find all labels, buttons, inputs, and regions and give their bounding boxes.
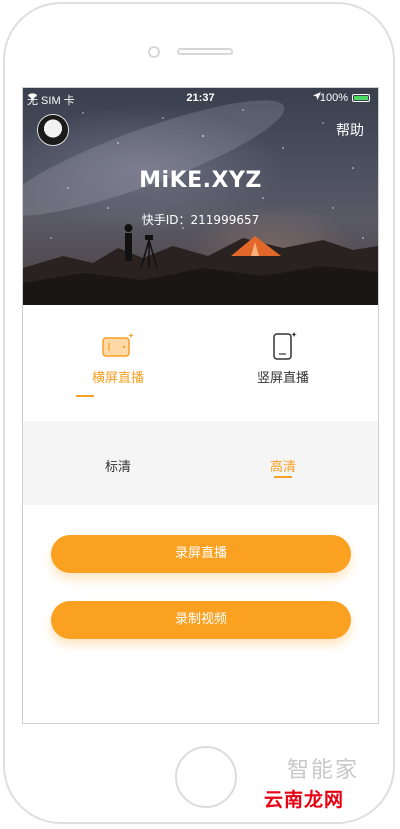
user-nickname: MiKE.XYZ bbox=[139, 168, 262, 193]
hd-selected-indicator bbox=[274, 476, 292, 478]
standard-definition-tab[interactable]: 标清 bbox=[68, 456, 168, 475]
high-definition-tab[interactable]: 高清 bbox=[233, 456, 333, 475]
record-video-button[interactable]: 录制视频 bbox=[51, 601, 351, 639]
help-button[interactable]: 帮助 bbox=[336, 120, 364, 140]
app-screen: 无 SIM 卡 21:37 100% 帮助 MiKE.XYZ 快手ID：2119… bbox=[22, 87, 379, 724]
user-avatar[interactable] bbox=[37, 114, 69, 146]
home-button[interactable] bbox=[175, 746, 237, 808]
battery-icon bbox=[352, 94, 370, 102]
portrait-live-tab[interactable]: 竖屏直播 bbox=[223, 331, 343, 386]
user-id: 快手ID：211999657 bbox=[141, 213, 260, 227]
watermark-logo: 云南龙网 bbox=[264, 789, 345, 811]
portrait-phone-icon bbox=[223, 331, 343, 361]
quality-selector: 标清 高清 bbox=[23, 421, 378, 505]
landscape-live-label: 横屏直播 bbox=[91, 371, 144, 386]
night-sky-scene bbox=[23, 100, 378, 305]
landscape-live-tab[interactable]: 横屏直播 bbox=[58, 331, 178, 386]
battery-level-fill bbox=[354, 96, 368, 100]
battery-percentage: 100% bbox=[319, 92, 348, 104]
landscape-selected-indicator bbox=[76, 395, 94, 397]
header-background-photo: 无 SIM 卡 21:37 100% 帮助 MiKE.XYZ 快手ID：2119… bbox=[23, 88, 378, 305]
status-bar: 无 SIM 卡 21:37 100% bbox=[23, 88, 378, 108]
front-camera bbox=[148, 46, 160, 58]
watermark-text: 智能家 bbox=[287, 758, 360, 783]
status-right: 100% bbox=[312, 92, 348, 104]
record-screen-live-button[interactable]: 录屏直播 bbox=[51, 535, 351, 573]
earpiece-speaker bbox=[177, 48, 233, 55]
portrait-live-label: 竖屏直播 bbox=[256, 371, 309, 386]
landscape-phone-icon bbox=[58, 331, 178, 361]
